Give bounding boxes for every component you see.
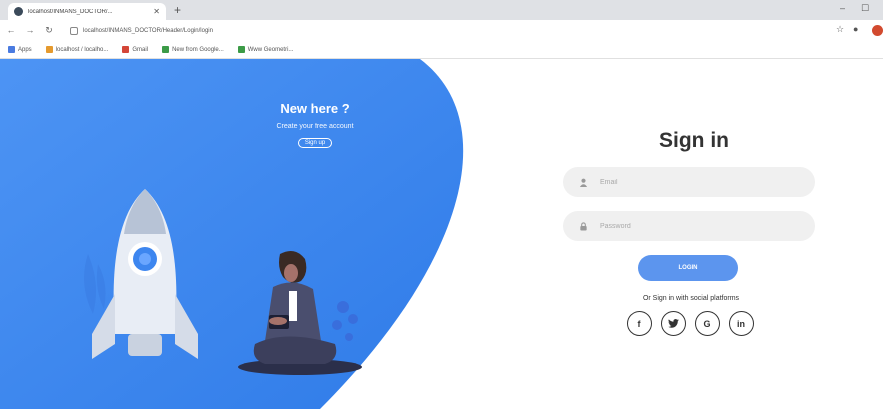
password-input[interactable] [600,222,790,230]
bookmark-label: Apps [18,46,32,53]
new-user-promo: New here ? Create your free account Sign… [230,101,400,149]
bookmark-google[interactable]: New from Google... [162,46,224,53]
password-field[interactable] [563,211,815,241]
bookmark-label: Gmail [132,46,149,53]
info-icon [70,26,78,35]
facebook-icon: f [637,318,641,329]
lock-icon [580,221,587,231]
twitter-button[interactable] [660,311,686,336]
address-bar[interactable]: localhost/INMANS_DOCTOR/Header/Login/log… [70,24,820,37]
sign-in-form: Sign in Login Or Sign in with social pla… [563,129,815,336]
bookmark-localhost[interactable]: localhost / localho... [45,46,109,53]
minimize-icon[interactable]: – [840,3,845,13]
linkedin-icon: in [737,318,745,329]
star-icon[interactable]: ☆ [836,24,844,35]
bookmark-gmail[interactable]: Gmail [122,46,148,53]
bookmarks-bar: Apps localhost / localho... Gmail New fr… [0,41,883,59]
reload-icon[interactable]: ↻ [44,26,54,35]
url-text: localhost/INMANS_DOCTOR/Header/Login/log… [83,27,213,34]
close-tab-icon[interactable]: ✕ [153,7,160,16]
promo-title: New here ? [280,101,350,116]
bookmark-label: Www Geometri... [247,46,294,53]
linkedin-button[interactable]: in [728,311,754,336]
sheet-icon [162,46,170,53]
avatar[interactable] [872,25,883,36]
twitter-icon [667,319,679,328]
forward-icon[interactable]: → [25,26,35,35]
page-title: Sign in [659,129,729,152]
apps-grid-icon [8,46,15,53]
person-illustration [238,250,362,375]
social-signin-text: Or Sign in with social platforms [642,295,740,302]
browser-tab[interactable]: localhost/INMANS_DOCTOR/... ✕ [8,3,166,20]
sign-up-button[interactable]: Sign up [297,138,333,148]
google-button[interactable]: G [694,311,720,336]
email-field[interactable] [563,167,815,197]
back-icon[interactable]: ← [6,26,16,35]
facebook-button[interactable]: f [626,311,652,336]
browser-tabstrip: localhost/INMANS_DOCTOR/... ✕ + – ☐ [0,0,883,20]
extension-icon[interactable]: ● [853,24,858,34]
folder-icon [45,46,53,53]
login-page: New here ? Create your free account Sign… [0,59,883,409]
user-icon [579,178,588,187]
bookmark-geometri[interactable]: Www Geometri... [237,46,294,53]
maximize-icon[interactable]: ☐ [861,3,869,14]
bookmark-label: localhost / localho... [55,46,109,53]
gmail-icon [122,46,130,53]
site-favicon-icon [14,7,23,16]
bookmark-apps[interactable]: Apps [8,46,32,53]
tab-title: localhost/INMANS_DOCTOR/... [28,8,113,15]
google-icon: G [703,318,711,329]
new-tab-icon[interactable]: + [174,3,181,17]
promo-subtitle: Create your free account [276,123,354,130]
bookmark-label: New from Google... [172,46,224,53]
sheet-icon [237,46,245,53]
login-button[interactable]: Login [638,255,738,281]
social-buttons: f G in [565,311,815,336]
rocket-illustration [84,189,198,359]
email-input[interactable] [600,178,790,186]
